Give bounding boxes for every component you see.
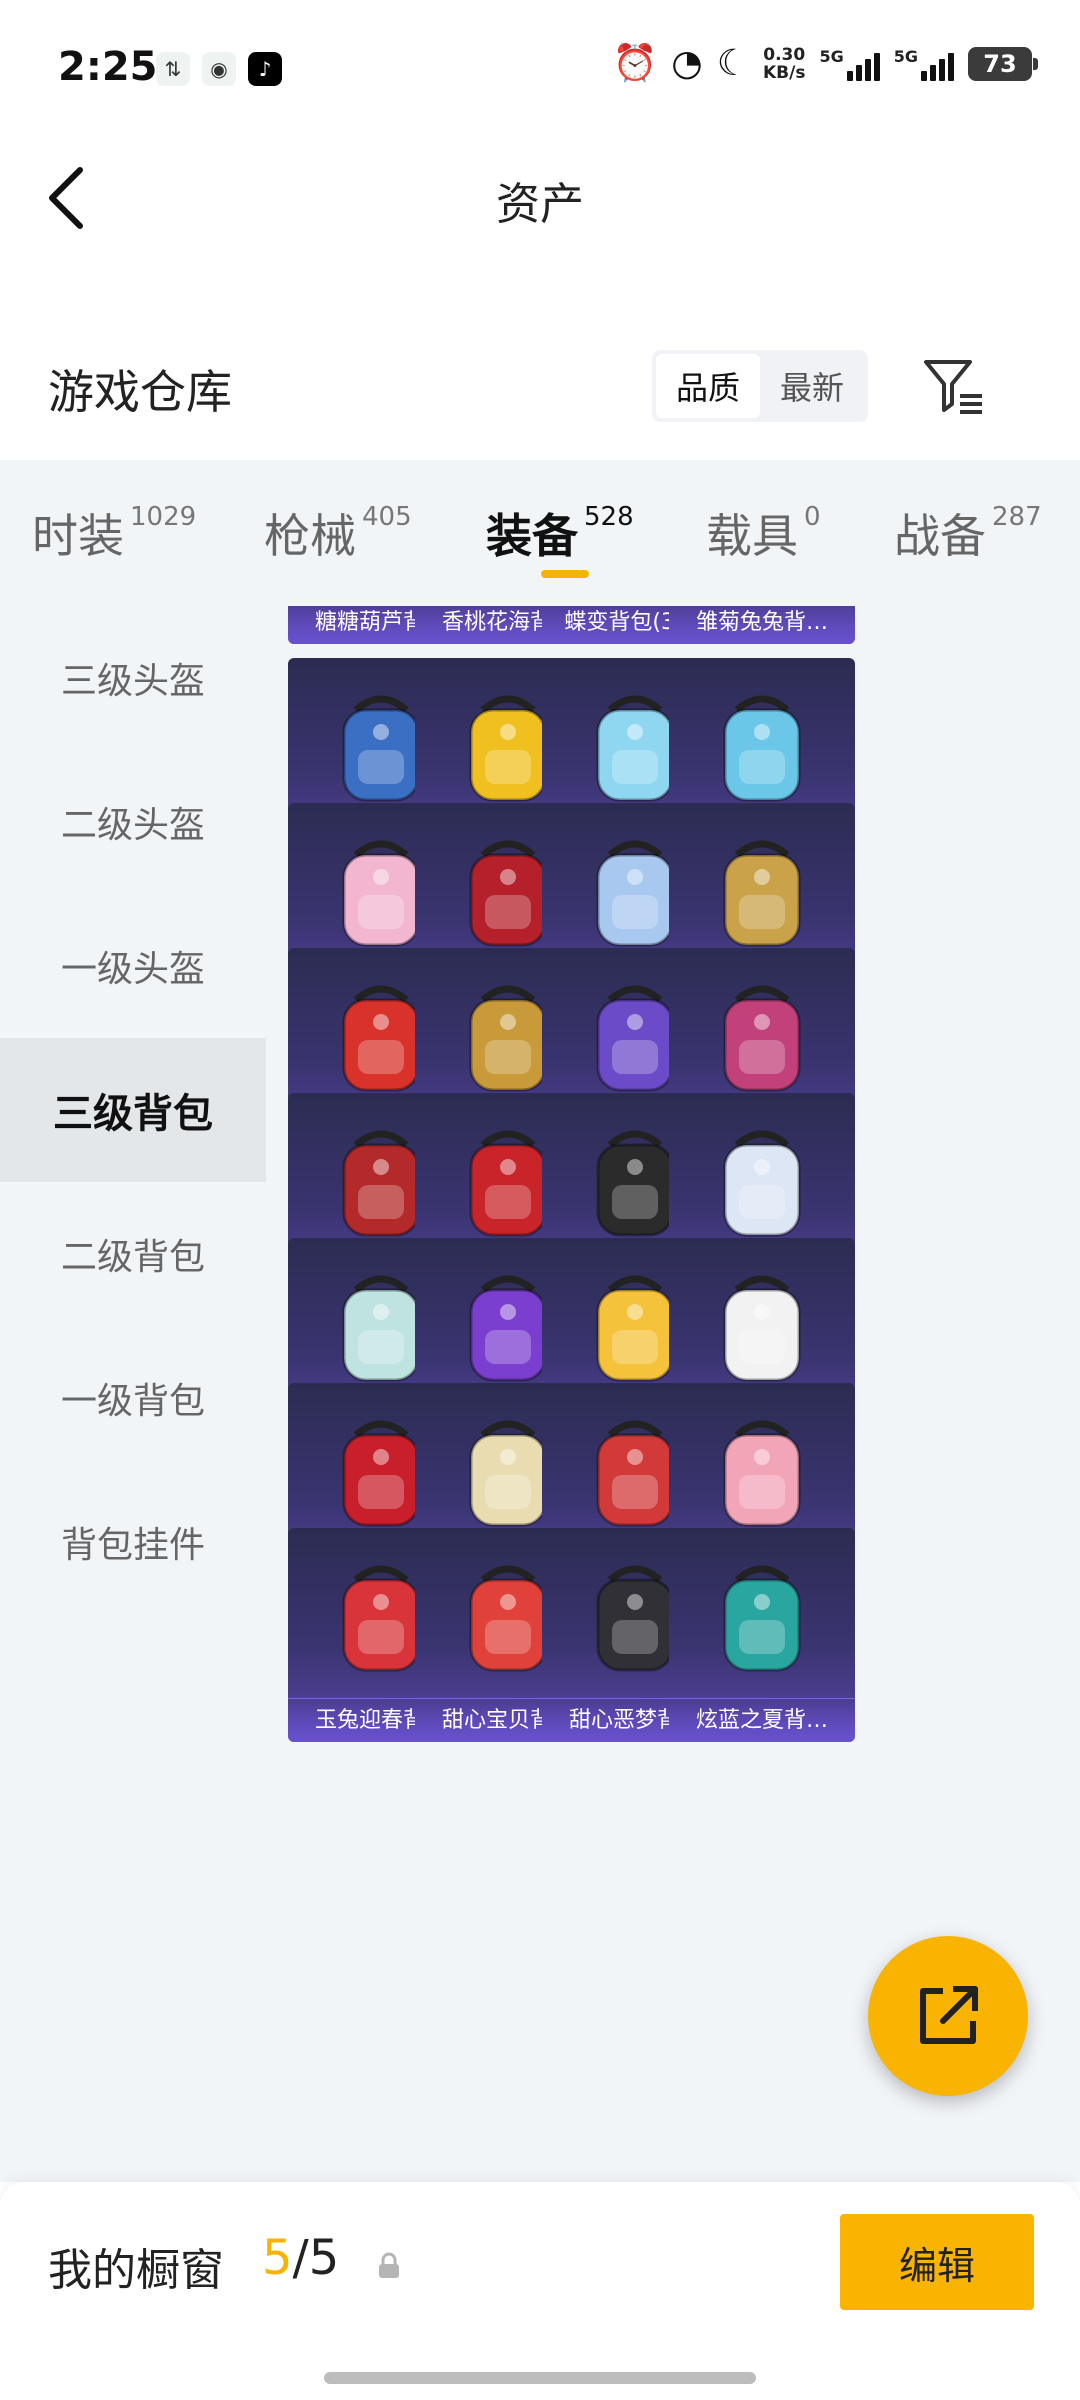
tab-count: 287 — [992, 502, 1042, 532]
tab-vehicles[interactable]: 载具 0 — [706, 500, 821, 566]
backpack-thumbnail-icon — [723, 1275, 801, 1382]
category-tabs: 时装 1029 枪械 405 装备 528 载具 0 战备 287 — [0, 460, 1080, 606]
sidebar-item-helmet-lv1[interactable]: 一级头盔 — [0, 894, 266, 1038]
external-link-icon — [920, 1986, 978, 2044]
sync-app-icon: ⇅ — [156, 52, 190, 86]
tab-label: 时装 — [32, 509, 124, 563]
leaf-app-icon: ◉ — [202, 52, 236, 86]
sort-newest-option[interactable]: 最新 — [760, 354, 864, 418]
subcategory-sidebar: 三级头盔 二级头盔 一级头盔 三级背包 二级背包 一级背包 背包挂件 — [0, 606, 266, 2182]
sidebar-item-helmet-lv3[interactable]: 三级头盔 — [0, 606, 266, 750]
sidebar-item-backpack-lv1[interactable]: 一级背包 — [0, 1326, 266, 1470]
network-speed: 0.30 KB/s — [763, 46, 805, 82]
status-indicators: ⏰ ◔ ☾ 0.30 KB/s 5G 5G 73 — [612, 43, 1038, 84]
backpack-thumbnail-icon — [723, 1565, 801, 1672]
showcase-count: 5/5 — [262, 2230, 339, 2286]
sim2-label: 5G — [893, 47, 918, 66]
active-tab-indicator — [541, 570, 589, 578]
filter-button[interactable] — [922, 356, 986, 416]
sidebar-item-backpack-lv3[interactable]: 三级背包 — [0, 1038, 266, 1182]
sidebar-item-helmet-lv2[interactable]: 二级头盔 — [0, 750, 266, 894]
sort-toggle: 品质 最新 — [652, 350, 868, 422]
status-time: 2:25 — [58, 44, 158, 90]
signal-sim2-icon: 5G — [894, 47, 954, 81]
edit-button[interactable]: 编辑 — [840, 2214, 1034, 2310]
showcase-label: 我的橱窗 — [48, 2245, 224, 2296]
network-speed-unit: KB/s — [763, 63, 806, 83]
tab-count: 0 — [804, 502, 821, 532]
network-speed-value: 0.30 — [763, 45, 806, 65]
sim1-label: 5G — [819, 47, 844, 66]
tab-equipment[interactable]: 装备 528 — [486, 500, 634, 566]
showcase-current: 5 — [262, 2230, 293, 2286]
gauge-icon: ◔ — [671, 43, 703, 84]
home-indicator[interactable] — [324, 2372, 756, 2384]
tab-count: 405 — [362, 502, 412, 532]
share-button[interactable] — [868, 1936, 1028, 2096]
sort-quality-option[interactable]: 品质 — [656, 354, 760, 418]
backpack-thumbnail-icon — [723, 1130, 801, 1237]
tiktok-icon: ♪ — [248, 52, 282, 86]
backpack-thumbnail-icon — [723, 985, 801, 1092]
filter-icon — [924, 360, 982, 414]
lock-icon — [379, 2252, 399, 2278]
tab-firearms[interactable]: 枪械 405 — [264, 500, 412, 566]
signal-sim1-icon: 5G — [819, 47, 880, 81]
tab-label: 战备 — [894, 509, 986, 563]
item-card[interactable]: 雏菊兔兔背… — [669, 606, 855, 644]
tab-fashion[interactable]: 时装 1029 — [32, 500, 196, 566]
sidebar-item-backpack-lv2[interactable]: 二级背包 — [0, 1182, 266, 1326]
moon-icon: ☾ — [716, 43, 749, 84]
item-name: 雏菊兔兔背… — [669, 606, 855, 644]
battery-icon: 73 — [968, 47, 1038, 81]
showcase-total: 5 — [308, 2230, 340, 2286]
sidebar-item-backpack-charm[interactable]: 背包挂件 — [0, 1470, 266, 1614]
tab-label: 装备 — [486, 509, 578, 563]
status-bar: 2:25 ⇅ ◉ ♪ ⏰ ◔ ☾ 0.30 KB/s 5G 5G 73 — [0, 0, 1080, 120]
backpack-thumbnail-icon — [723, 1420, 801, 1527]
section-title: 游戏仓库 — [48, 365, 232, 419]
tab-count: 1029 — [130, 502, 197, 532]
notification-icons: ⇅ ◉ ♪ — [156, 52, 282, 86]
tab-count: 528 — [584, 502, 634, 532]
tab-label: 载具 — [706, 509, 798, 563]
item-card[interactable]: 炫蓝之夏背… — [669, 1528, 855, 1742]
alarm-icon: ⏰ — [612, 43, 658, 84]
tab-combat-gear[interactable]: 战备 287 — [894, 500, 1042, 566]
backpack-thumbnail-icon — [723, 840, 801, 947]
page-title: 资产 — [496, 179, 584, 230]
tab-label: 枪械 — [264, 509, 356, 563]
backpack-thumbnail-icon — [723, 695, 801, 802]
showcase-separator: / — [292, 2230, 309, 2286]
showcase-bar: 我的橱窗 5/5 编辑 — [0, 2182, 1080, 2400]
item-name: 炫蓝之夏背… — [669, 1698, 855, 1742]
